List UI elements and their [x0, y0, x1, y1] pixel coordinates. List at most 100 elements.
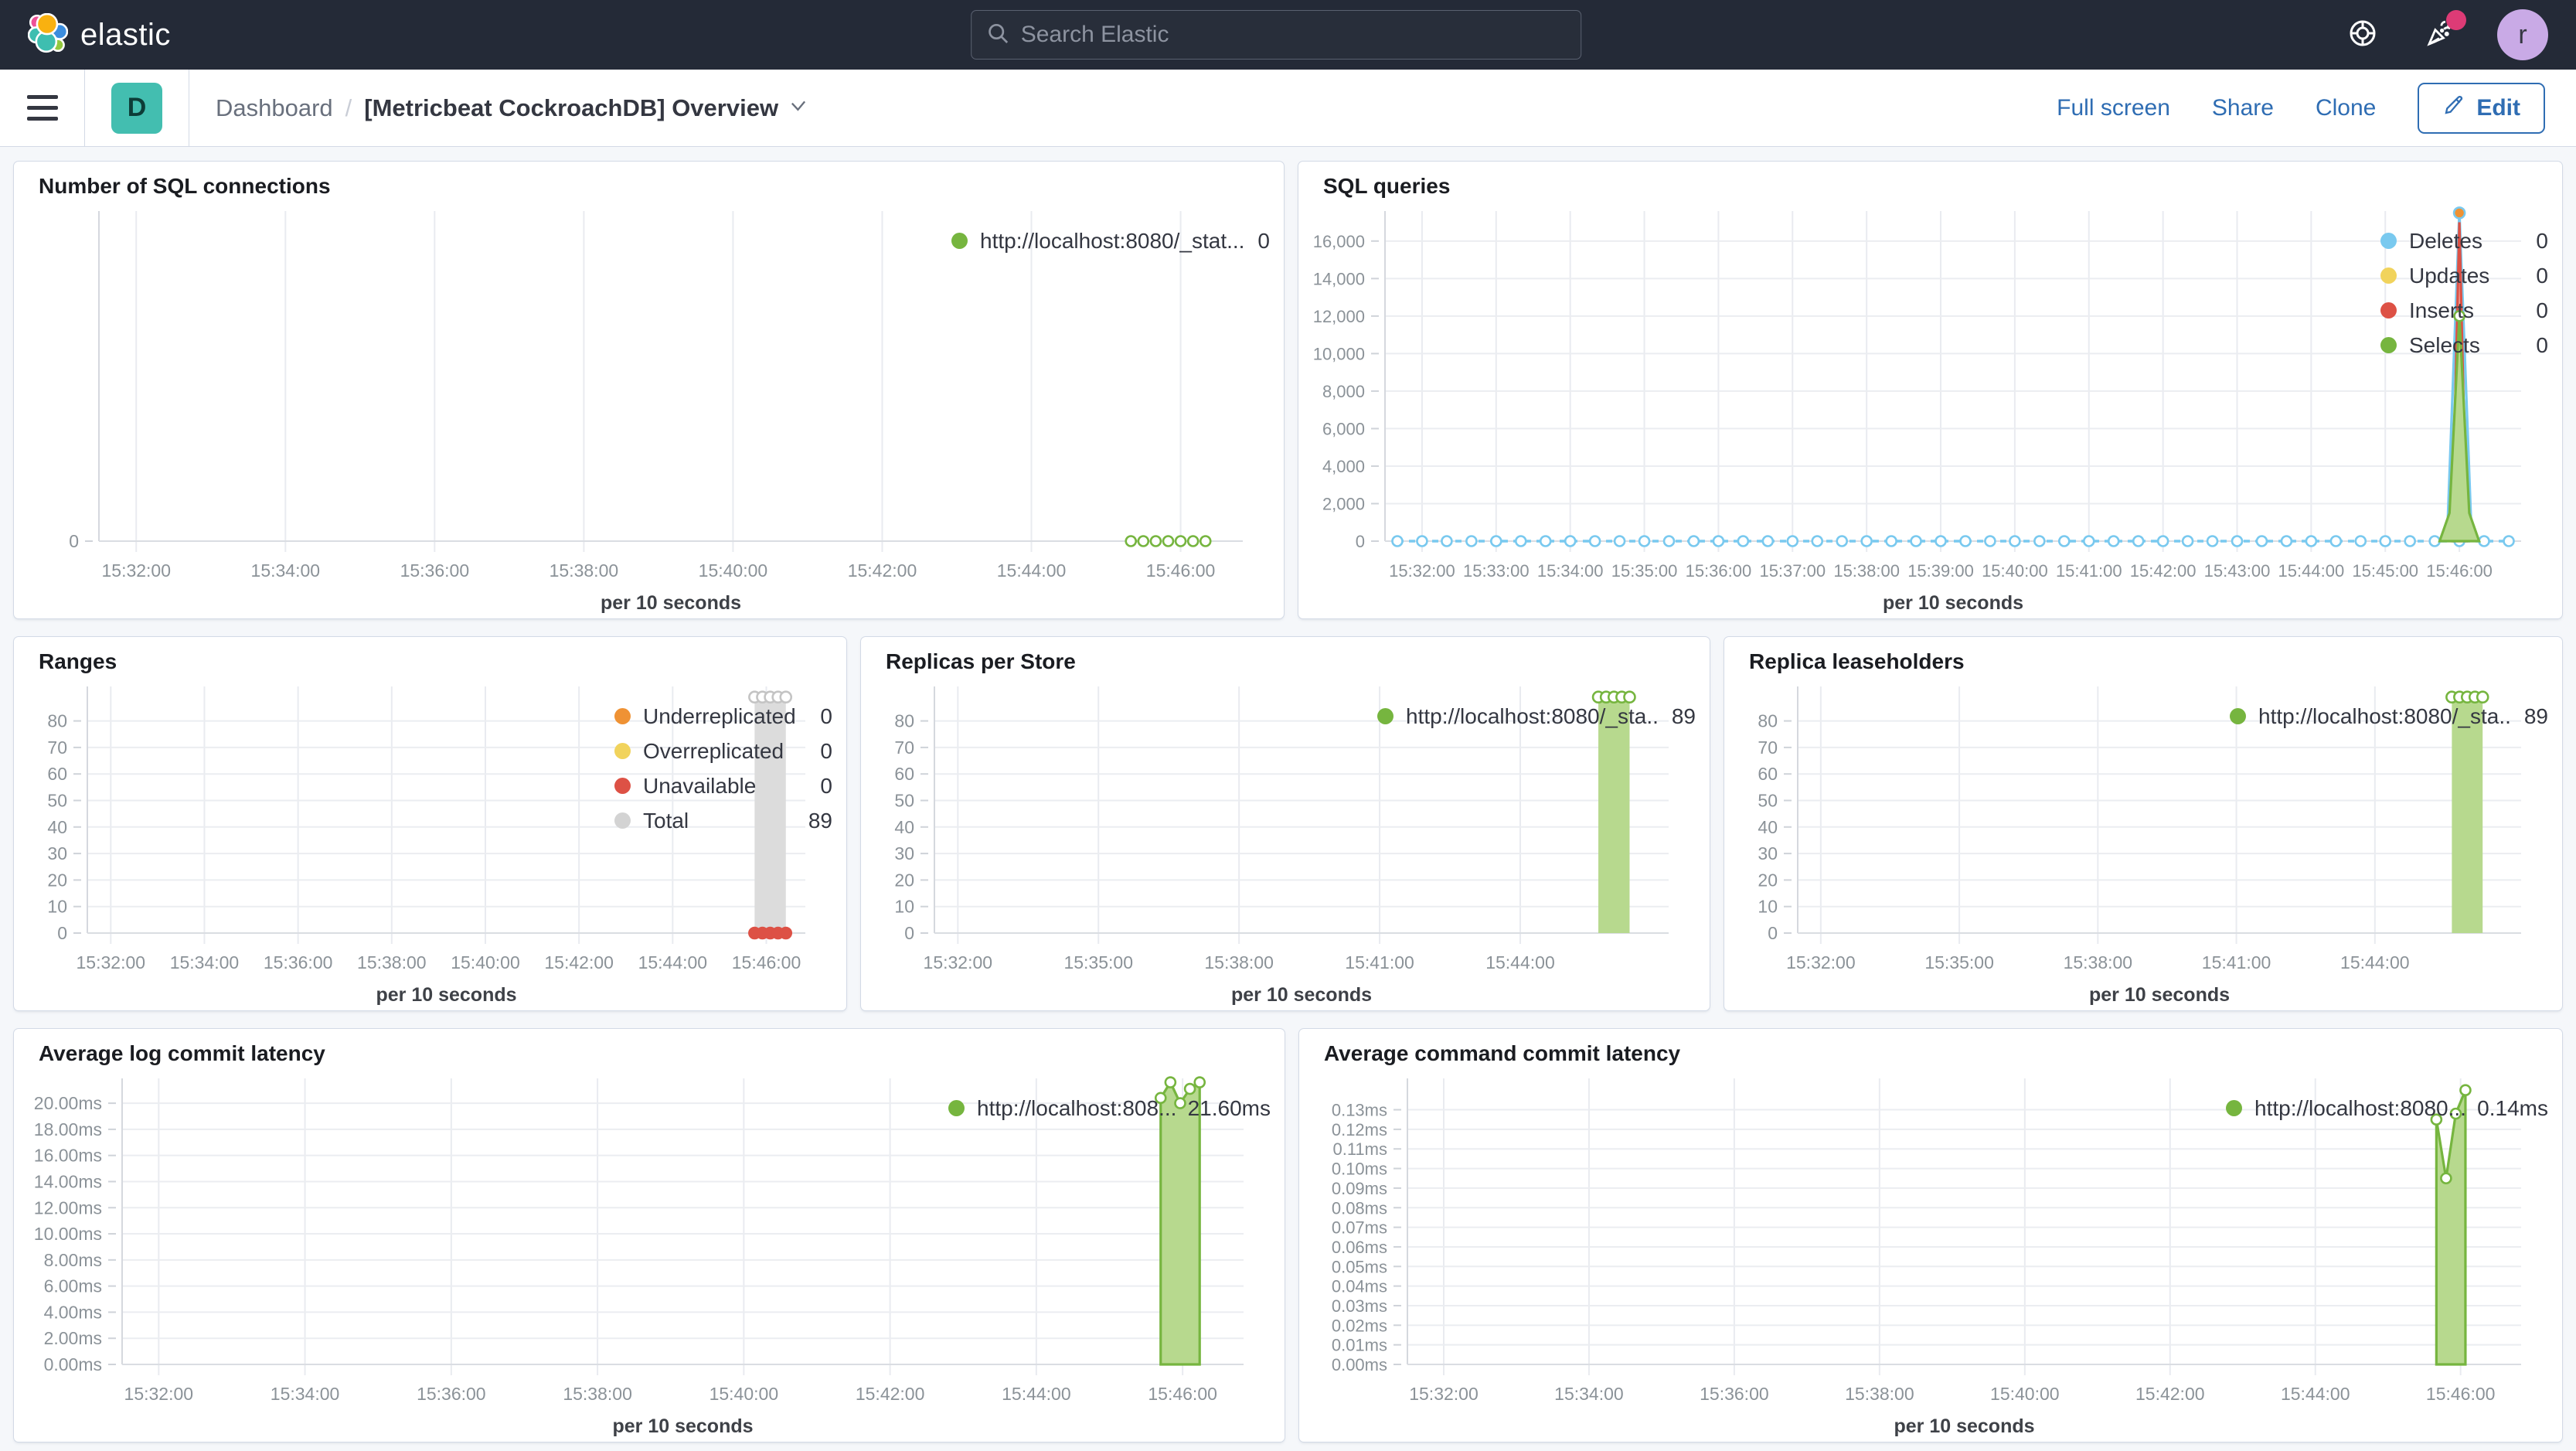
elastic-logo-icon [27, 12, 69, 57]
svg-text:15:35:00: 15:35:00 [1611, 561, 1678, 581]
panel-title[interactable]: Ranges [39, 649, 846, 674]
user-avatar[interactable]: r [2497, 9, 2548, 60]
chart-legend: Underreplicated 0 Overreplicated 0 Unavailab… [614, 674, 846, 1010]
legend-series-dot-icon [2380, 267, 2397, 284]
legend-item[interactable]: Unavailable 0 [614, 768, 832, 803]
svg-text:15:42:00: 15:42:00 [856, 1384, 925, 1404]
svg-text:50: 50 [894, 790, 914, 810]
legend-value: 0 [1257, 228, 1270, 253]
global-search[interactable] [970, 10, 1581, 60]
svg-text:20: 20 [1758, 870, 1778, 890]
svg-text:0.13ms: 0.13ms [1332, 1101, 1387, 1120]
svg-text:0.05ms: 0.05ms [1332, 1257, 1387, 1276]
svg-text:12,000: 12,000 [1313, 307, 1365, 326]
svg-text:15:32:00: 15:32:00 [124, 1384, 194, 1404]
legend-item[interactable]: Inserts 0 [2380, 293, 2548, 328]
svg-text:15:36:00: 15:36:00 [264, 952, 333, 972]
legend-series-dot-icon [614, 812, 631, 829]
share-button[interactable]: Share [2212, 95, 2274, 121]
panel-average-command-commit-latency: Average command commit latency 0.13ms 0.1… [1298, 1028, 2563, 1442]
legend-item[interactable]: Total 89 [614, 803, 832, 838]
dashboard-app-badge[interactable]: D [111, 82, 162, 134]
chart-sql-queries[interactable]: 16,000 14,000 12,000 10,000 8,000 6,000 4,000 2… [1298, 199, 2521, 618]
page-title[interactable]: [Metricbeat CockroachDB] Overview [364, 94, 809, 122]
chart-legend: http://localhost:808... 21.60ms [948, 1066, 1285, 1442]
notification-dot [2446, 10, 2466, 30]
brand-name: elastic [80, 17, 171, 52]
legend-series-dot-icon [1377, 708, 1393, 724]
svg-text:10: 10 [894, 897, 914, 917]
chart-ranges[interactable]: 80 70 60 50 40 30 20 10 0 15:32:00 15:34:00 15:36:0… [14, 674, 805, 1010]
elastic-logo[interactable]: elastic [27, 12, 171, 57]
svg-text:15:36:00: 15:36:00 [1700, 1384, 1769, 1404]
dashboard-grid: Number of SQL connections 0 15:32:00 15:34… [0, 147, 2576, 1451]
panel-ranges: Ranges 80 70 60 50 40 30 20 10 0 15:32:00 15:34:00… [13, 636, 847, 1011]
legend-item[interactable]: http://localhost:8080... 0.14ms [2226, 1091, 2548, 1126]
full-screen-button[interactable]: Full screen [2057, 95, 2170, 121]
legend-item[interactable]: Updates 0 [2380, 258, 2548, 293]
svg-text:15:36:00: 15:36:00 [417, 1384, 486, 1404]
svg-text:10,000: 10,000 [1313, 344, 1365, 363]
svg-text:15:34:00: 15:34:00 [1537, 561, 1604, 581]
legend-item[interactable]: Overreplicated 0 [614, 734, 832, 768]
svg-text:30: 30 [894, 843, 914, 863]
svg-text:per 10 seconds: per 10 seconds [1894, 1415, 2034, 1437]
svg-text:12.00ms: 12.00ms [34, 1197, 102, 1218]
edit-button[interactable]: Edit [2418, 82, 2545, 134]
svg-text:0: 0 [69, 531, 79, 551]
svg-text:15:38:00: 15:38:00 [1845, 1384, 1914, 1404]
legend-value: 0 [2536, 298, 2548, 322]
svg-text:15:42:00: 15:42:00 [544, 952, 614, 972]
chart-legend: http://localhost:8080/_sta... 89 [2230, 674, 2562, 1010]
nav-menu-button[interactable] [0, 70, 85, 146]
panel-title[interactable]: Replica leaseholders [1749, 649, 2562, 674]
legend-item[interactable]: http://localhost:8080/_sta... 89 [1377, 699, 1696, 734]
help-button[interactable] [2343, 15, 2383, 55]
panel-title[interactable]: Average log commit latency [39, 1041, 1285, 1066]
app-header: elastic Search Elastic r [0, 0, 2576, 70]
panel-replicas-per-store: Replicas per Store 80 70 60 50 40 30 20 10 0 15:3… [860, 636, 1710, 1011]
svg-text:15:34:00: 15:34:00 [1554, 1384, 1624, 1404]
help-icon [2347, 18, 2378, 53]
svg-text:80: 80 [47, 711, 67, 731]
legend-item[interactable]: http://localhost:8080/_stat... 0 [951, 223, 1270, 258]
chart-command-commit-latency[interactable]: 0.13ms 0.12ms 0.11ms 0.10ms 0.09ms 0.08ms 0.07… [1299, 1066, 2521, 1442]
svg-text:0.02ms: 0.02ms [1332, 1316, 1387, 1335]
svg-text:15:34:00: 15:34:00 [251, 560, 321, 581]
legend-item[interactable]: http://localhost:808... 21.60ms [948, 1091, 1271, 1126]
legend-label: Updates [2409, 263, 2490, 288]
svg-text:14,000: 14,000 [1313, 269, 1365, 288]
chart-replicas-per-store[interactable]: 80 70 60 50 40 30 20 10 0 15:32:00 15:35:00 15:38:0… [861, 674, 1669, 1010]
chart-log-commit-latency[interactable]: 20.00ms 18.00ms 16.00ms 14.00ms 12.00ms 10.00… [14, 1066, 1244, 1442]
breadcrumb-separator: / [345, 94, 352, 121]
legend-label: Underreplicated [643, 703, 796, 728]
legend-item[interactable]: Selects 0 [2380, 328, 2548, 363]
panel-title[interactable]: SQL queries [1323, 174, 2562, 199]
newsfeed-button[interactable] [2420, 10, 2466, 55]
svg-text:per 10 seconds: per 10 seconds [2089, 984, 2230, 1006]
svg-text:15:40:00: 15:40:00 [699, 560, 768, 581]
legend-series-dot-icon [2380, 337, 2397, 353]
svg-text:per 10 seconds: per 10 seconds [612, 1415, 753, 1437]
svg-text:8,000: 8,000 [1322, 382, 1365, 401]
search-input[interactable] [1020, 22, 1567, 48]
app-badge-cell: D [85, 70, 189, 146]
legend-item[interactable]: Underreplicated 0 [614, 699, 832, 734]
svg-text:15:32:00: 15:32:00 [77, 952, 146, 972]
svg-text:15:37:00: 15:37:00 [1759, 561, 1826, 581]
panel-title[interactable]: Number of SQL connections [39, 174, 1284, 199]
breadcrumb-dashboard[interactable]: Dashboard [216, 94, 333, 122]
legend-item[interactable]: http://localhost:8080/_sta... 89 [2230, 699, 2548, 734]
panel-title[interactable]: Average command commit latency [1324, 1041, 2562, 1066]
chevron-down-icon [788, 94, 809, 122]
clone-button[interactable]: Clone [2316, 95, 2376, 121]
legend-value: 0 [2536, 228, 2548, 253]
chart-replica-leaseholders[interactable]: 80 70 60 50 40 30 20 10 0 15:32:00 15:35:00 15:38:0… [1724, 674, 2521, 1010]
legend-item[interactable]: Deletes 0 [2380, 223, 2548, 258]
chart-sql-connections[interactable]: 0 15:32:00 15:34:00 15:36:00 15:38:00 15:40:0… [14, 199, 1243, 618]
panel-title[interactable]: Replicas per Store [886, 649, 1710, 674]
svg-text:80: 80 [1758, 711, 1778, 731]
svg-text:15:38:00: 15:38:00 [2064, 952, 2133, 972]
legend-label: Total [643, 808, 689, 833]
svg-text:15:42:00: 15:42:00 [2130, 561, 2197, 581]
